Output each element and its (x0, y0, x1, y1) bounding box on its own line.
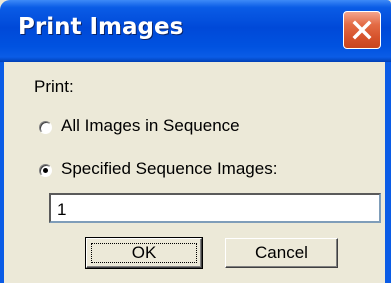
close-x-icon (352, 20, 372, 40)
title-bar[interactable]: Print Images (0, 0, 391, 62)
radio-specified-images[interactable] (39, 164, 52, 177)
dialog-title: Print Images (18, 14, 184, 40)
radio-all-images-label[interactable]: All Images in Sequence (61, 116, 240, 136)
radio-selected-dot (43, 168, 48, 173)
radio-all-images[interactable] (39, 121, 52, 134)
print-label: Print: (34, 77, 74, 96)
cancel-button-label: Cancel (255, 243, 308, 262)
radio-specified-images-label[interactable]: Specified Sequence Images: (61, 159, 277, 179)
print-images-dialog: Print Images Print: All Images in Sequen… (0, 0, 391, 283)
cancel-button[interactable]: Cancel (225, 238, 338, 268)
close-button[interactable] (343, 11, 381, 49)
sequence-images-input[interactable] (49, 193, 381, 223)
ok-button[interactable]: OK (85, 237, 203, 269)
focus-rectangle (91, 243, 197, 263)
